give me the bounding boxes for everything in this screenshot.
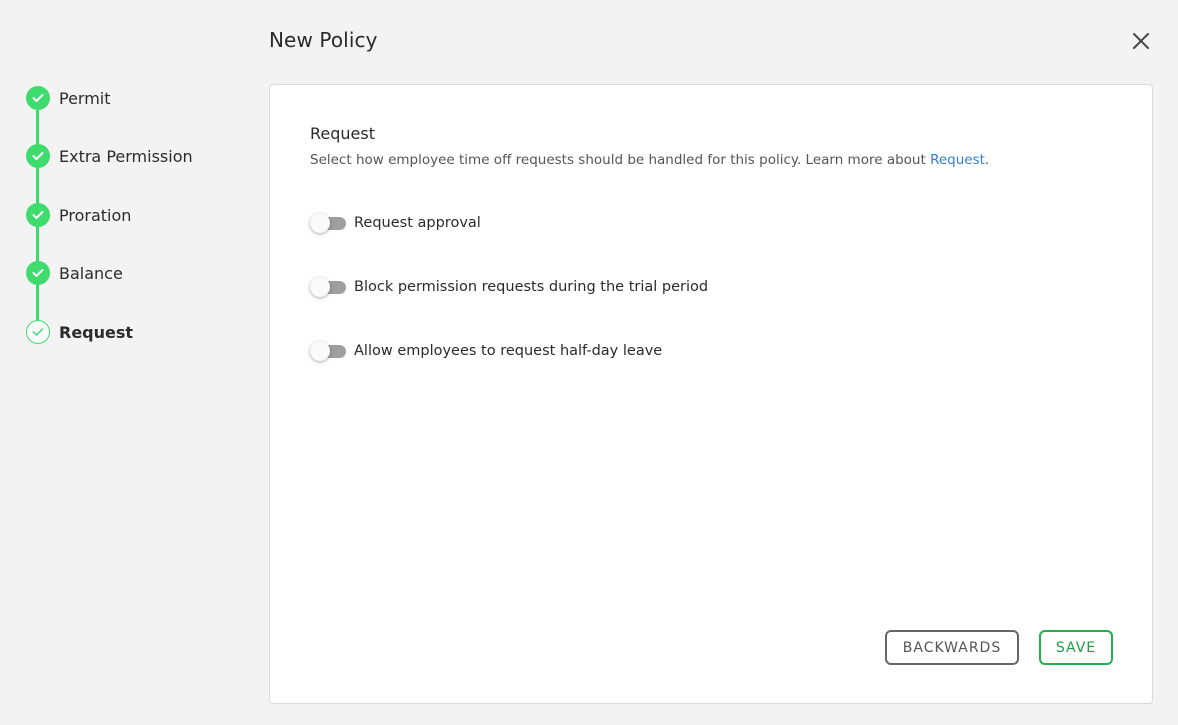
- backwards-button[interactable]: BACKWARDS: [885, 630, 1019, 665]
- toggle-knob: [310, 277, 330, 297]
- close-icon[interactable]: [1128, 28, 1154, 54]
- description-suffix: .: [984, 152, 990, 168]
- step-permit[interactable]: Permit: [26, 86, 111, 110]
- toggle-row-request-approval: Request approval: [310, 212, 481, 234]
- section-title: Request: [310, 124, 375, 143]
- step-label: Request: [59, 322, 134, 342]
- close-button[interactable]: [1128, 28, 1154, 54]
- toggle-knob: [310, 213, 330, 233]
- page-title: New Policy: [269, 28, 378, 52]
- toggle-label: Request approval: [354, 215, 481, 231]
- block-trial-requests-toggle[interactable]: [310, 276, 346, 298]
- step-label: Balance: [59, 263, 123, 283]
- step-complete-check-icon: [26, 144, 50, 168]
- toggle-row-half-day-leave: Allow employees to request half-day leav…: [310, 340, 662, 362]
- half-day-leave-toggle[interactable]: [310, 340, 346, 362]
- section-description: Select how employee time off requests sh…: [310, 152, 989, 168]
- step-complete-check-icon: [26, 86, 50, 110]
- step-label: Permit: [59, 88, 111, 108]
- description-text: Select how employee time off requests sh…: [310, 152, 931, 168]
- learn-more-link[interactable]: Request: [930, 152, 985, 168]
- policy-form-card: Request Select how employee time off req…: [269, 84, 1153, 704]
- request-approval-toggle[interactable]: [310, 212, 346, 234]
- step-complete-check-icon: [26, 203, 50, 227]
- step-extra-permission[interactable]: Extra Permission: [26, 144, 193, 168]
- toggle-knob: [310, 341, 330, 361]
- toggle-label: Block permission requests during the tri…: [354, 279, 709, 295]
- save-button[interactable]: SAVE: [1039, 630, 1113, 665]
- step-current-check-icon: [26, 320, 50, 344]
- step-proration[interactable]: Proration: [26, 203, 131, 227]
- step-balance[interactable]: Balance: [26, 261, 123, 285]
- step-label: Proration: [59, 205, 132, 225]
- step-label: Extra Permission: [59, 146, 193, 166]
- toggle-label: Allow employees to request half-day leav…: [354, 343, 663, 359]
- step-complete-check-icon: [26, 261, 50, 285]
- toggle-row-block-trial-requests: Block permission requests during the tri…: [310, 276, 708, 298]
- step-request[interactable]: Request: [26, 320, 133, 344]
